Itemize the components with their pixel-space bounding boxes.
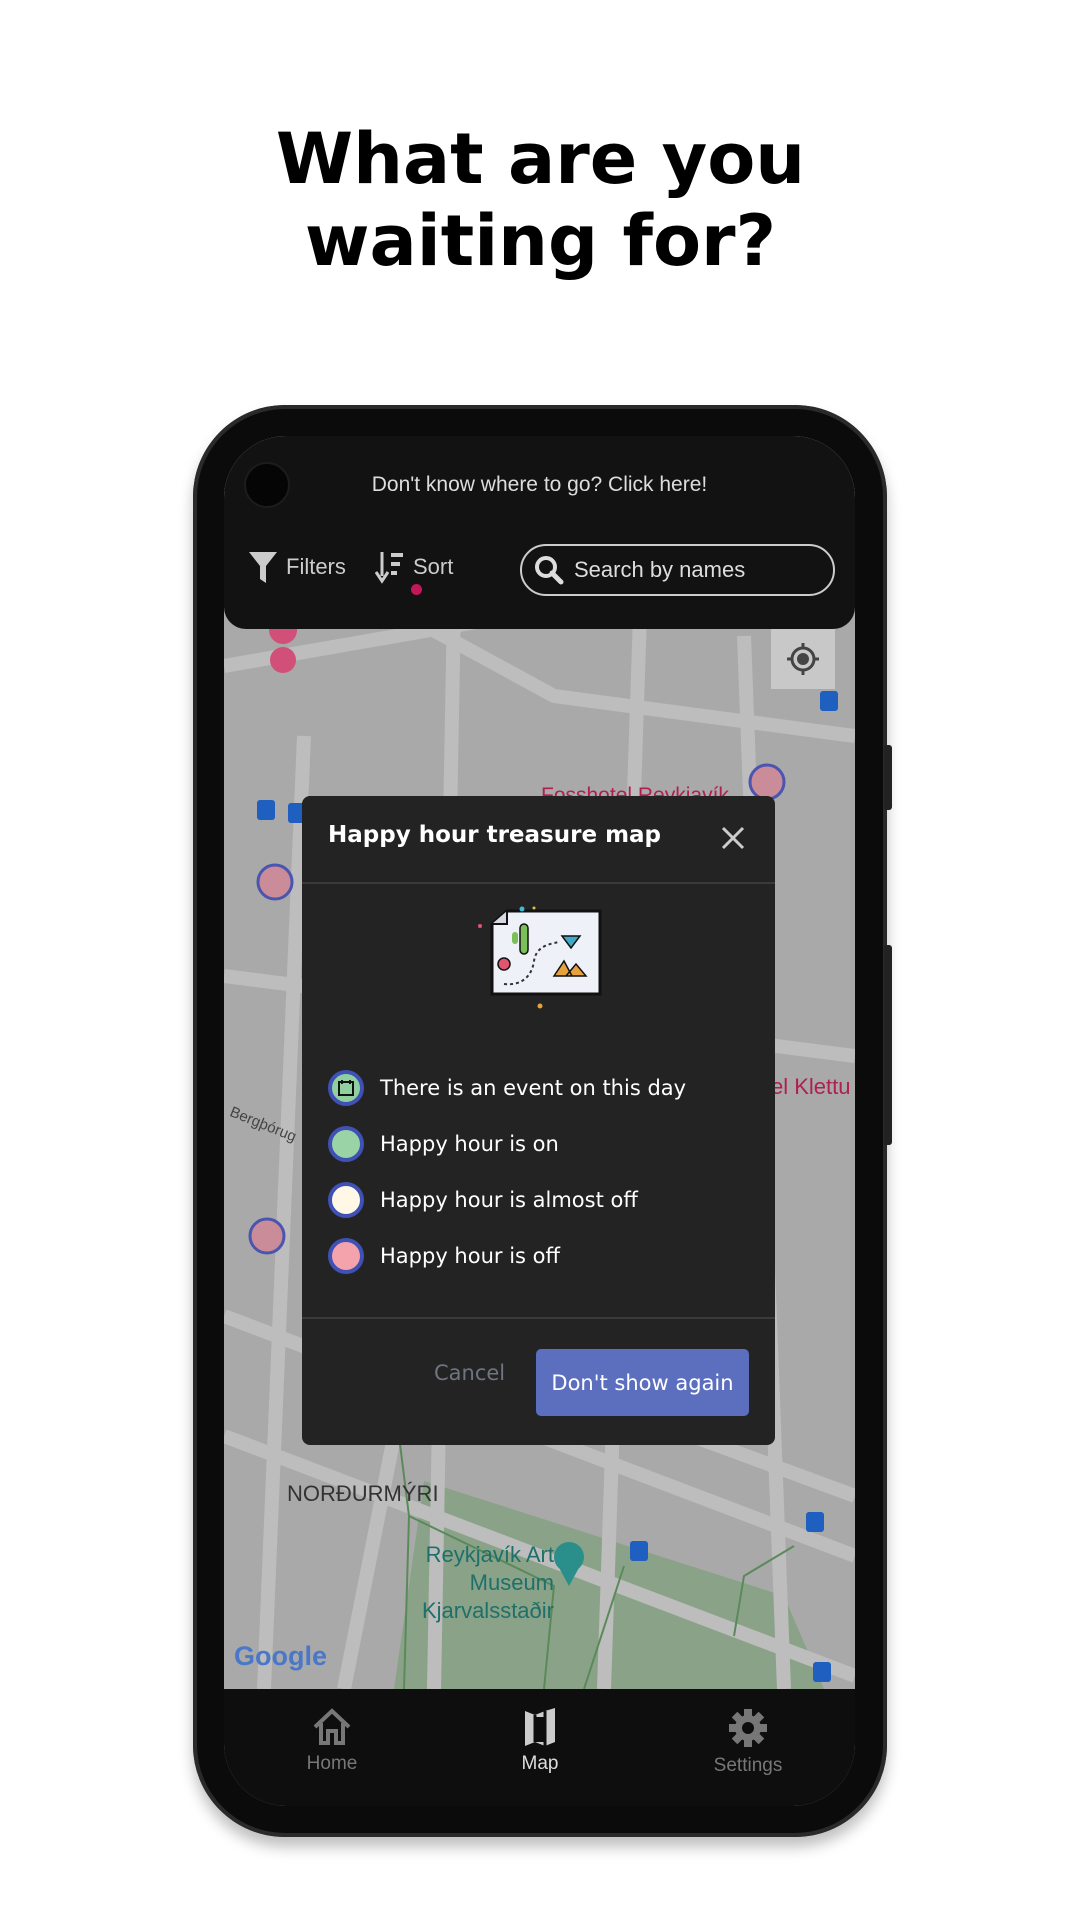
legend-item-on: Happy hour is on xyxy=(328,1116,686,1172)
nav-item-settings[interactable]: Settings xyxy=(673,1707,823,1777)
search-placeholder: Search by names xyxy=(574,557,746,582)
sort-button[interactable]: Sort xyxy=(375,550,453,584)
phone-screen: NORÐURMÝRI Reykjavík Art Museum Kjarvals… xyxy=(224,436,855,1806)
legend-label: Happy hour is on xyxy=(380,1132,559,1156)
legend-swatch-almost-off xyxy=(328,1182,364,1218)
nav-item-home[interactable]: Home xyxy=(257,1707,407,1775)
legend-swatch-on xyxy=(328,1126,364,1162)
sort-label: Sort xyxy=(413,554,454,579)
headline: What are you waiting for? xyxy=(0,118,1081,282)
calendar-icon xyxy=(338,1080,354,1096)
gear-icon xyxy=(729,1709,767,1747)
modal-backdrop: Happy hour treasure map There is an even… xyxy=(224,629,855,1689)
headline-line-1: What are you xyxy=(275,118,806,200)
legend-label: Happy hour is off xyxy=(380,1244,560,1268)
cancel-button[interactable]: Cancel xyxy=(434,1361,505,1385)
legend-item-almost-off: Happy hour is almost off xyxy=(328,1172,686,1228)
suggestion-link[interactable]: Don't know where to go? Click here! xyxy=(224,473,855,497)
legend-dialog: Happy hour treasure map There is an even… xyxy=(302,796,775,1445)
bottom-nav: Home Map Settings xyxy=(224,1689,855,1806)
close-icon[interactable] xyxy=(717,822,749,854)
dont-show-again-button[interactable]: Don't show again xyxy=(536,1349,749,1416)
phone-side-button xyxy=(884,945,892,1145)
legend-item-off: Happy hour is off xyxy=(328,1228,686,1284)
legend-list: There is an event on this day Happy hour… xyxy=(328,1060,686,1284)
home-icon xyxy=(313,1708,351,1745)
search-input[interactable]: Search by names xyxy=(520,544,835,596)
sort-icon xyxy=(375,552,403,584)
headline-line-2: waiting for? xyxy=(304,200,777,282)
map-icon xyxy=(525,1708,555,1746)
filters-label: Filters xyxy=(286,554,346,579)
sort-active-indicator xyxy=(411,584,422,595)
top-bar: Don't know where to go? Click here! Filt… xyxy=(224,436,855,629)
nav-label: Home xyxy=(306,1753,358,1774)
divider xyxy=(302,882,775,884)
divider xyxy=(302,1317,775,1319)
filters-button[interactable]: Filters xyxy=(248,550,346,584)
phone-side-button xyxy=(884,745,892,810)
legend-label: There is an event on this day xyxy=(380,1076,687,1100)
treasure-map-illustration xyxy=(478,906,602,1009)
nav-item-map[interactable]: Map xyxy=(465,1707,615,1775)
dialog-title: Happy hour treasure map xyxy=(328,822,662,848)
legend-item-event: There is an event on this day xyxy=(328,1060,686,1116)
legend-swatch-off xyxy=(328,1238,364,1274)
legend-swatch-event xyxy=(328,1070,364,1106)
nav-label: Settings xyxy=(713,1755,783,1776)
nav-label: Map xyxy=(521,1753,559,1774)
search-icon xyxy=(535,556,564,585)
filter-icon xyxy=(249,552,277,583)
legend-label: Happy hour is almost off xyxy=(380,1188,638,1212)
